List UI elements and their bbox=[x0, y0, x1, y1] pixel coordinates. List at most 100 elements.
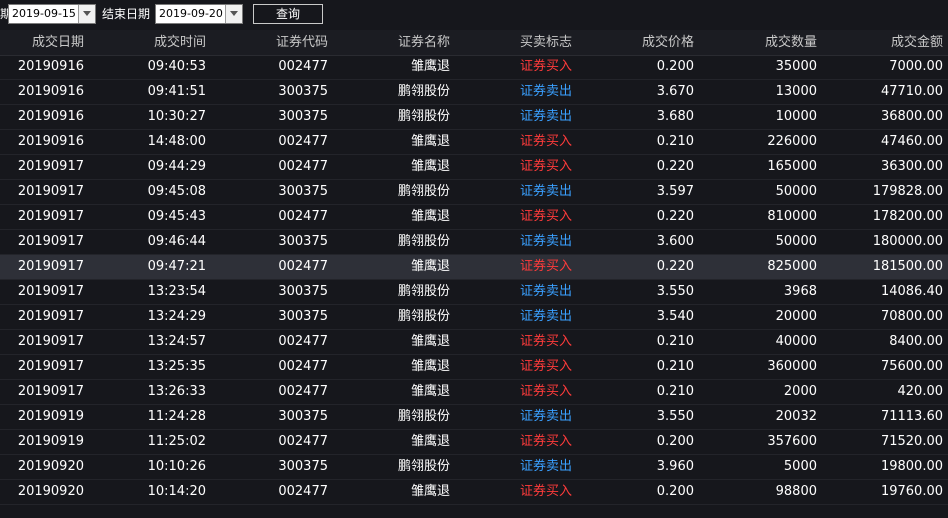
security-code-cell: 300375 bbox=[278, 84, 328, 99]
trade-quantity-cell: 13000 bbox=[775, 84, 817, 99]
trade-price-cell: 3.600 bbox=[656, 234, 694, 249]
table-row[interactable]: 20190916 14:48:00 002477 雏鹰退 证券买入 0.210 226000… bbox=[0, 130, 948, 155]
end-date-picker[interactable]: 2019-09-20 bbox=[155, 4, 243, 24]
trade-date-cell: 20190916 bbox=[17, 59, 84, 74]
security-code-cell: 300375 bbox=[278, 234, 328, 249]
end-date-value[interactable]: 2019-09-20 bbox=[159, 5, 223, 23]
trade-time-cell: 09:47:21 bbox=[147, 259, 206, 274]
security-name-cell: 雏鹰退 bbox=[410, 159, 450, 174]
trade-price-cell: 0.220 bbox=[656, 209, 694, 224]
table-row[interactable]: 20190917 09:45:08 300375 鹏翎股份 证券卖出 3.597 50000… bbox=[0, 180, 948, 205]
trade-quantity-cell: 20032 bbox=[775, 409, 817, 424]
trade-quantity-cell: 98800 bbox=[775, 484, 817, 499]
security-name-cell: 鹏翎股份 bbox=[397, 234, 450, 249]
trade-date-cell: 20190920 bbox=[17, 459, 84, 474]
trade-date-cell: 20190917 bbox=[17, 159, 84, 174]
chevron-down-icon bbox=[230, 11, 238, 16]
trade-date-cell: 20190920 bbox=[17, 484, 84, 499]
trade-price-cell: 0.200 bbox=[656, 434, 694, 449]
security-code-cell: 002477 bbox=[278, 134, 328, 149]
column-header-security-name[interactable]: 证券名称 bbox=[350, 30, 450, 55]
trade-time-cell: 10:30:27 bbox=[147, 109, 206, 124]
trade-date-cell: 20190917 bbox=[17, 184, 84, 199]
buy-sell-flag-cell: 证券买入 bbox=[519, 434, 572, 449]
table-row[interactable]: 20190917 13:26:33 002477 雏鹰退 证券买入 0.210 2000 42… bbox=[0, 380, 948, 405]
end-date-dropdown-button[interactable] bbox=[225, 5, 242, 23]
buy-sell-flag-cell: 证券买入 bbox=[519, 259, 572, 274]
start-date-value[interactable]: 2019-09-15 bbox=[12, 5, 76, 23]
trade-price-cell: 3.670 bbox=[656, 84, 694, 99]
start-date-picker[interactable]: 2019-09-15 bbox=[8, 4, 96, 24]
table-row[interactable]: 20190916 09:41:51 300375 鹏翎股份 证券卖出 3.670 13000… bbox=[0, 80, 948, 105]
buy-sell-flag-cell: 证券卖出 bbox=[519, 109, 572, 124]
buy-sell-flag-cell: 证券买入 bbox=[519, 484, 572, 499]
start-date-dropdown-button[interactable] bbox=[78, 5, 95, 23]
trade-price-cell: 0.220 bbox=[656, 259, 694, 274]
table-body: 20190916 09:40:53 002477 雏鹰退 证券买入 0.200 35000 7… bbox=[0, 55, 948, 505]
table-row[interactable]: 20190916 10:30:27 300375 鹏翎股份 证券卖出 3.680 10000… bbox=[0, 105, 948, 130]
trade-price-cell: 3.597 bbox=[656, 184, 694, 199]
security-code-cell: 300375 bbox=[278, 184, 328, 199]
trade-date-cell: 20190917 bbox=[17, 359, 84, 374]
table-row[interactable]: 20190920 10:14:20 002477 雏鹰退 证券买入 0.200 98800 1… bbox=[0, 480, 948, 505]
buy-sell-flag-cell: 证券买入 bbox=[519, 384, 572, 399]
trade-quantity-cell: 360000 bbox=[767, 359, 817, 374]
table-row[interactable]: 20190917 09:44:29 002477 雏鹰退 证券买入 0.220 165000… bbox=[0, 155, 948, 180]
column-header-trade-price[interactable]: 成交价格 bbox=[590, 30, 694, 55]
column-header-buy-sell-flag[interactable]: 买卖标志 bbox=[470, 30, 572, 55]
table-row[interactable]: 20190919 11:24:28 300375 鹏翎股份 证券卖出 3.550 20032… bbox=[0, 405, 948, 430]
buy-sell-flag-cell: 证券卖出 bbox=[519, 309, 572, 324]
trade-time-cell: 13:26:33 bbox=[147, 384, 206, 399]
table-row[interactable]: 20190916 09:40:53 002477 雏鹰退 证券买入 0.200 35000 7… bbox=[0, 55, 948, 80]
table-row[interactable]: 20190917 13:24:29 300375 鹏翎股份 证券卖出 3.540 20000… bbox=[0, 305, 948, 330]
trade-price-cell: 0.200 bbox=[656, 484, 694, 499]
table-row[interactable]: 20190917 09:46:44 300375 鹏翎股份 证券卖出 3.600 50000… bbox=[0, 230, 948, 255]
column-header-security-code[interactable]: 证券代码 bbox=[230, 30, 328, 55]
trade-amount-cell: 70800.00 bbox=[880, 309, 943, 324]
trade-time-cell: 13:24:57 bbox=[147, 334, 206, 349]
trade-time-cell: 13:24:29 bbox=[147, 309, 206, 324]
security-name-cell: 鹏翎股份 bbox=[397, 184, 450, 199]
column-header-trade-amount[interactable]: 成交金额 bbox=[830, 30, 943, 55]
column-header-trade-date[interactable]: 成交日期 bbox=[0, 30, 84, 55]
security-code-cell: 300375 bbox=[278, 409, 328, 424]
table-row[interactable]: 20190917 09:45:43 002477 雏鹰退 证券买入 0.220 810000… bbox=[0, 205, 948, 230]
trade-amount-cell: 179828.00 bbox=[872, 184, 943, 199]
table-row[interactable]: 20190920 10:10:26 300375 鹏翎股份 证券卖出 3.960 5000 1… bbox=[0, 455, 948, 480]
trade-price-cell: 3.550 bbox=[656, 284, 694, 299]
trade-time-cell: 09:40:53 bbox=[147, 59, 206, 74]
trade-history-window: 期 2019-09-15 结束日期 2019-09-20 查询 成交日期 成交时… bbox=[0, 0, 948, 518]
table-row[interactable]: 20190917 13:25:35 002477 雏鹰退 证券买入 0.210 360000… bbox=[0, 355, 948, 380]
trade-date-cell: 20190917 bbox=[17, 384, 84, 399]
security-name-cell: 鹏翎股份 bbox=[397, 409, 450, 424]
security-name-cell: 鹏翎股份 bbox=[397, 109, 450, 124]
security-code-cell: 300375 bbox=[278, 309, 328, 324]
security-name-cell: 鹏翎股份 bbox=[397, 284, 450, 299]
table-row[interactable]: 20190919 11:25:02 002477 雏鹰退 证券买入 0.200 357600… bbox=[0, 430, 948, 455]
trade-time-cell: 10:14:20 bbox=[147, 484, 206, 499]
trade-date-cell: 20190917 bbox=[17, 209, 84, 224]
trade-amount-cell: 181500.00 bbox=[872, 259, 943, 274]
trade-date-cell: 20190919 bbox=[17, 409, 84, 424]
trade-date-cell: 20190917 bbox=[17, 334, 84, 349]
security-code-cell: 002477 bbox=[278, 59, 328, 74]
table-row[interactable]: 20190917 09:47:21 002477 雏鹰退 证券买入 0.220 825000… bbox=[0, 255, 948, 280]
security-code-cell: 002477 bbox=[278, 259, 328, 274]
trade-amount-cell: 36300.00 bbox=[880, 159, 943, 174]
table-row[interactable]: 20190917 13:23:54 300375 鹏翎股份 证券卖出 3.550 3968 1… bbox=[0, 280, 948, 305]
query-button[interactable]: 查询 bbox=[253, 4, 323, 24]
trade-price-cell: 0.220 bbox=[656, 159, 694, 174]
trade-time-cell: 10:10:26 bbox=[147, 459, 206, 474]
security-code-cell: 300375 bbox=[278, 459, 328, 474]
buy-sell-flag-cell: 证券卖出 bbox=[519, 459, 572, 474]
trade-date-cell: 20190917 bbox=[17, 259, 84, 274]
security-name-cell: 鹏翎股份 bbox=[397, 459, 450, 474]
trade-date-cell: 20190919 bbox=[17, 434, 84, 449]
column-header-trade-time[interactable]: 成交时间 bbox=[100, 30, 206, 55]
trade-quantity-cell: 2000 bbox=[783, 384, 817, 399]
security-name-cell: 雏鹰退 bbox=[410, 209, 450, 224]
trade-price-cell: 0.210 bbox=[656, 359, 694, 374]
column-header-trade-quantity[interactable]: 成交数量 bbox=[710, 30, 817, 55]
table-row[interactable]: 20190917 13:24:57 002477 雏鹰退 证券买入 0.210 40000 8… bbox=[0, 330, 948, 355]
trade-amount-cell: 36800.00 bbox=[880, 109, 943, 124]
